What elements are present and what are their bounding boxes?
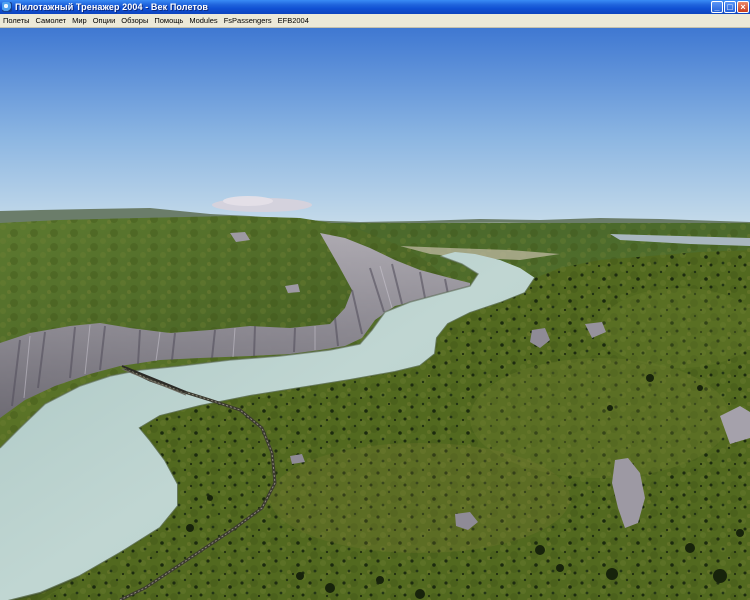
scenery-view[interactable] (0, 28, 750, 600)
close-button[interactable]: × (737, 1, 749, 13)
menu-world[interactable]: Мир (69, 16, 90, 25)
menu-bar: Полеты Самолет Мир Опции Обзоры Помощь M… (0, 14, 750, 28)
menu-help[interactable]: Помощь (151, 16, 186, 25)
menu-fspassengers[interactable]: FsPassengers (221, 16, 275, 25)
simulator-window: Пилотажный Тренажер 2004 - Век Полетов _… (0, 0, 750, 600)
menu-aircraft[interactable]: Самолет (33, 16, 70, 25)
maximize-button[interactable]: □ (724, 1, 736, 13)
app-icon[interactable] (2, 2, 12, 12)
window-controls: _ □ × (711, 1, 749, 13)
menu-views[interactable]: Обзоры (118, 16, 151, 25)
menu-flights[interactable]: Полеты (0, 16, 33, 25)
window-title: Пилотажный Тренажер 2004 - Век Полетов (15, 2, 209, 12)
menu-options[interactable]: Опции (90, 16, 119, 25)
minimize-button[interactable]: _ (711, 1, 723, 13)
menu-efb2004[interactable]: EFB2004 (275, 16, 312, 25)
scenery-viewport[interactable] (0, 28, 750, 600)
menu-modules[interactable]: Modules (186, 16, 220, 25)
title-bar[interactable]: Пилотажный Тренажер 2004 - Век Полетов _… (0, 0, 750, 14)
